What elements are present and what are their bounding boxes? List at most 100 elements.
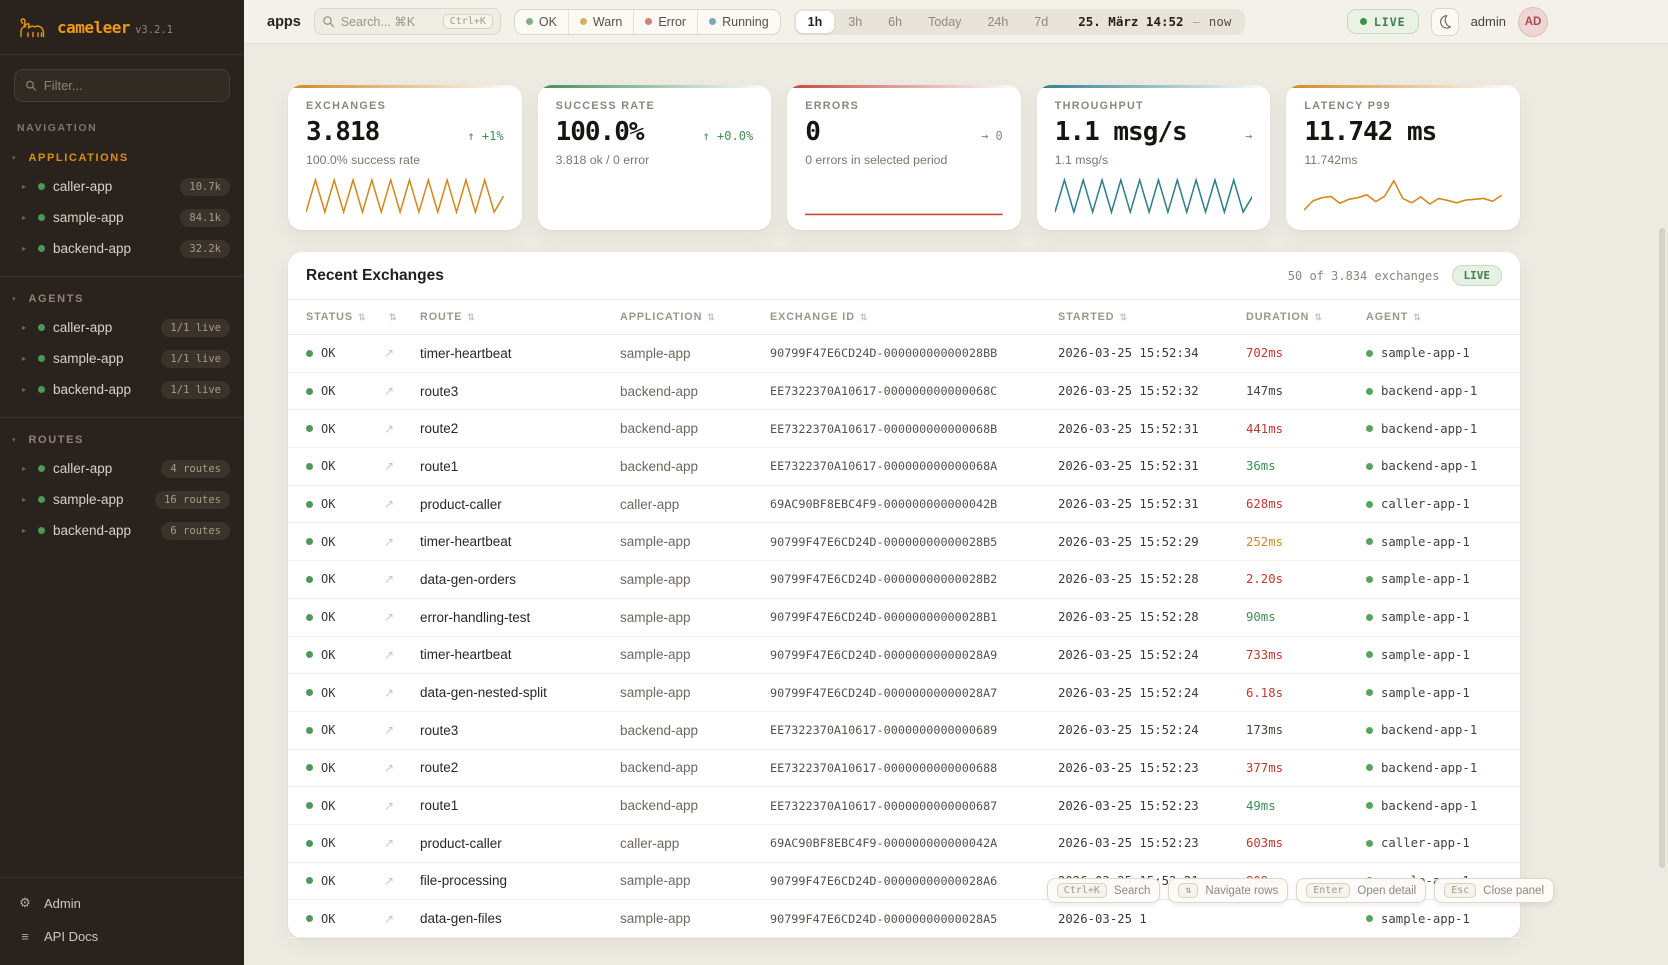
duration-cell: 702ms bbox=[1246, 346, 1366, 360]
search-input[interactable] bbox=[341, 15, 437, 29]
table-row[interactable]: OK↗route2backend-appEE7322370A10617-0000… bbox=[288, 750, 1520, 788]
expand-cell[interactable]: ↗ bbox=[384, 684, 420, 702]
live-toggle[interactable]: LIVE bbox=[1347, 9, 1419, 34]
sidebar-item-backend-app[interactable]: ▸backend-app6 routes bbox=[0, 515, 244, 546]
duration-cell: 36ms bbox=[1246, 459, 1366, 473]
table-row[interactable]: OK↗route1backend-appEE7322370A10617-0000… bbox=[288, 787, 1520, 825]
column-header-started[interactable]: STARTED⇅ bbox=[1058, 311, 1246, 323]
sidebar-item-sample-app[interactable]: ▸sample-app16 routes bbox=[0, 484, 244, 515]
table-row[interactable]: OK↗timer-heartbeatsample-app90799F47E6CD… bbox=[288, 523, 1520, 561]
table-row[interactable]: OK↗data-gen-filessample-app90799F47E6CD2… bbox=[288, 900, 1520, 938]
agent-status-dot bbox=[1366, 802, 1373, 809]
time-range-1h[interactable]: 1h bbox=[796, 11, 835, 33]
stat-card-success-rate: SUCCESS RATE100.0%↑ +0.0%3.818 ok / 0 er… bbox=[538, 85, 772, 230]
sidebar-filter[interactable] bbox=[14, 69, 230, 102]
sidebar-item-caller-app[interactable]: ▸caller-app10.7k bbox=[0, 171, 244, 202]
sparkline bbox=[1304, 176, 1502, 218]
time-range-7d[interactable]: 7d bbox=[1022, 11, 1060, 33]
route-cell: product-caller bbox=[420, 836, 620, 851]
ok-status-dot bbox=[306, 350, 313, 357]
sort-icon: ⇅ bbox=[707, 312, 715, 323]
sidebar-item-badge: 1/1 live bbox=[161, 319, 230, 337]
theme-toggle-button[interactable] bbox=[1431, 8, 1459, 36]
hint-label: Navigate rows bbox=[1205, 885, 1278, 897]
expand-cell[interactable]: ↗ bbox=[384, 533, 420, 551]
application-cell: sample-app bbox=[620, 572, 770, 587]
sidebar-section-header[interactable]: ▾APPLICATIONS bbox=[0, 146, 244, 171]
status-label: OK bbox=[321, 686, 335, 700]
table-row[interactable]: OK↗error-handling-testsample-app90799F47… bbox=[288, 599, 1520, 637]
time-range-today[interactable]: Today bbox=[916, 11, 973, 33]
table-row[interactable]: OK↗route3backend-appEE7322370A10617-0000… bbox=[288, 373, 1520, 411]
exchange-id-cell: 90799F47E6CD24D-00000000000028BB bbox=[770, 346, 1058, 360]
expand-cell[interactable]: ↗ bbox=[384, 495, 420, 513]
avatar[interactable]: AD bbox=[1518, 7, 1548, 37]
column-header-exchange_id[interactable]: EXCHANGE ID⇅ bbox=[770, 311, 1058, 323]
table-row[interactable]: OK↗timer-heartbeatsample-app90799F47E6CD… bbox=[288, 637, 1520, 675]
column-header-route[interactable]: ROUTE⇅ bbox=[420, 311, 620, 323]
status-filter-warn[interactable]: Warn bbox=[568, 10, 633, 34]
date-range: 25. März 14:52 – now bbox=[1078, 14, 1231, 29]
expand-cell[interactable]: ↗ bbox=[384, 759, 420, 777]
table-row[interactable]: OK↗route2backend-appEE7322370A10617-0000… bbox=[288, 410, 1520, 448]
time-range-24h[interactable]: 24h bbox=[975, 11, 1020, 33]
footer-item-api-docs[interactable]: ≡API Docs bbox=[0, 920, 244, 953]
chevron-down-icon: ▾ bbox=[12, 295, 16, 303]
sidebar-section-header[interactable]: ▾ROUTES bbox=[0, 428, 244, 453]
table-row[interactable]: OK↗data-gen-nested-splitsample-app90799F… bbox=[288, 674, 1520, 712]
status-filter-error[interactable]: Error bbox=[633, 10, 697, 34]
expand-cell[interactable]: ↗ bbox=[384, 457, 420, 475]
column-header-application[interactable]: APPLICATION⇅ bbox=[620, 311, 770, 323]
table-row[interactable]: OK↗route3backend-appEE7322370A10617-0000… bbox=[288, 712, 1520, 750]
global-search[interactable]: Ctrl+K bbox=[314, 8, 501, 35]
table-row[interactable]: OK↗route1backend-appEE7322370A10617-0000… bbox=[288, 448, 1520, 486]
scrollbar-thumb[interactable] bbox=[1659, 228, 1665, 868]
agent-status-dot bbox=[1366, 576, 1373, 583]
expand-cell[interactable]: ↗ bbox=[384, 910, 420, 928]
column-header-expand[interactable]: ⇅ bbox=[384, 312, 420, 323]
sidebar-item-backend-app[interactable]: ▸backend-app32.2k bbox=[0, 233, 244, 264]
ok-status-dot bbox=[306, 501, 313, 508]
status-filter-running[interactable]: Running bbox=[697, 10, 780, 34]
column-header-duration[interactable]: DURATION⇅ bbox=[1246, 311, 1366, 323]
stat-value-row: 3.818↑ +1% bbox=[306, 119, 504, 145]
expand-cell[interactable]: ↗ bbox=[384, 797, 420, 815]
expand-cell[interactable]: ↗ bbox=[384, 834, 420, 852]
date-range-separator: – bbox=[1193, 15, 1200, 29]
app-root: cameleerv3.2.1 NAVIGATION ▾APPLICATIONS▸… bbox=[0, 0, 1668, 965]
status-label: OK bbox=[321, 723, 335, 737]
time-range-3h[interactable]: 3h bbox=[836, 11, 874, 33]
expand-cell[interactable]: ↗ bbox=[384, 570, 420, 588]
sidebar-item-caller-app[interactable]: ▸caller-app1/1 live bbox=[0, 312, 244, 343]
sparkline bbox=[306, 176, 504, 218]
expand-cell[interactable]: ↗ bbox=[384, 344, 420, 362]
application-cell: caller-app bbox=[620, 497, 770, 512]
status-filter-ok[interactable]: OK bbox=[515, 10, 568, 34]
expand-cell[interactable]: ↗ bbox=[384, 646, 420, 664]
search-shortcut-kbd: Ctrl+K bbox=[443, 14, 493, 29]
sidebar-item-sample-app[interactable]: ▸sample-app1/1 live bbox=[0, 343, 244, 374]
expand-cell[interactable]: ↗ bbox=[384, 382, 420, 400]
route-cell: timer-heartbeat bbox=[420, 534, 620, 549]
table-row[interactable]: OK↗product-callercaller-app69AC90BF8EBC4… bbox=[288, 486, 1520, 524]
sidebar-item-sample-app[interactable]: ▸sample-app84.1k bbox=[0, 202, 244, 233]
column-header-status[interactable]: STATUS⇅ bbox=[306, 311, 384, 323]
sidebar-filter-input[interactable] bbox=[44, 78, 219, 93]
date-range-end: now bbox=[1209, 14, 1232, 29]
sidebar-item-backend-app[interactable]: ▸backend-app1/1 live bbox=[0, 374, 244, 405]
sidebar-item-caller-app[interactable]: ▸caller-app4 routes bbox=[0, 453, 244, 484]
expand-cell[interactable]: ↗ bbox=[384, 721, 420, 739]
footer-item-admin[interactable]: ⚙Admin bbox=[0, 886, 244, 920]
expand-cell[interactable]: ↗ bbox=[384, 872, 420, 890]
table-row[interactable]: OK↗product-callercaller-app69AC90BF8EBC4… bbox=[288, 825, 1520, 863]
sidebar-item-badge: 10.7k bbox=[180, 178, 230, 196]
table-row[interactable]: OK↗data-gen-orderssample-app90799F47E6CD… bbox=[288, 561, 1520, 599]
column-header-agent[interactable]: AGENT⇅ bbox=[1366, 311, 1502, 323]
time-range-6h[interactable]: 6h bbox=[876, 11, 914, 33]
expand-cell[interactable]: ↗ bbox=[384, 420, 420, 438]
duration-cell: 147ms bbox=[1246, 384, 1366, 398]
table-row[interactable]: OK↗timer-heartbeatsample-app90799F47E6CD… bbox=[288, 335, 1520, 373]
expand-cell[interactable]: ↗ bbox=[384, 608, 420, 626]
status-label: OK bbox=[321, 422, 335, 436]
sidebar-section-header[interactable]: ▾AGENTS bbox=[0, 287, 244, 312]
